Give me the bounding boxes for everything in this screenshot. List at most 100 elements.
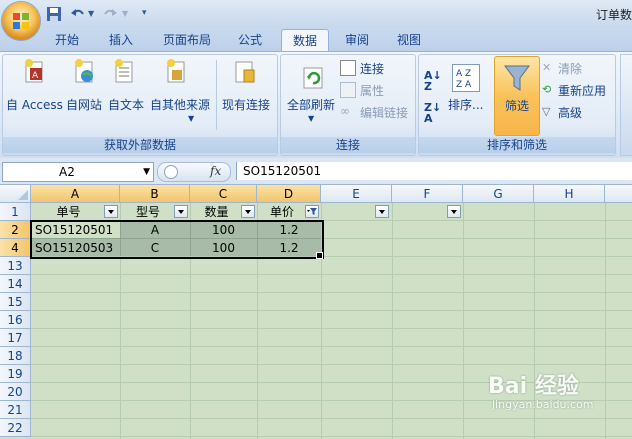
save-icon[interactable] xyxy=(46,6,62,22)
cell-d4[interactable]: 1.2 xyxy=(257,239,321,257)
gridline xyxy=(31,418,632,419)
window-title: 订单数 xyxy=(595,8,632,22)
from-access-button[interactable]: 自 Access xyxy=(6,96,63,113)
filter-dropdown-b-icon[interactable] xyxy=(174,205,188,218)
column-header-f[interactable]: F xyxy=(392,185,463,203)
gridline xyxy=(31,328,632,329)
formula-input[interactable]: SO15120501 xyxy=(236,162,632,180)
sort-a-z-icon[interactable]: A↓ Z xyxy=(424,70,442,92)
refresh-all-button[interactable]: 全部刷新 xyxy=(287,96,335,113)
cell-d2[interactable]: 1.2 xyxy=(257,221,321,239)
connections-button[interactable]: 连接 xyxy=(360,60,384,77)
row-header-19[interactable]: 19 xyxy=(0,365,31,383)
column-header-next[interactable] xyxy=(605,185,632,203)
from-other-sources-icon xyxy=(166,58,188,87)
clear-filter-button[interactable]: 清除 xyxy=(558,60,582,77)
column-header-a[interactable]: A xyxy=(31,185,120,203)
row-header-20[interactable]: 20 xyxy=(0,383,31,401)
filter-funnel-icon xyxy=(504,65,530,91)
insert-function-icon[interactable]: fx xyxy=(210,164,221,178)
from-access-icon: A xyxy=(24,58,46,87)
row-header-4[interactable]: 4 xyxy=(0,239,31,257)
formula-content: SO15120501 xyxy=(243,164,322,178)
name-box-dropdown-icon[interactable]: ▼ xyxy=(143,163,150,181)
from-web-button[interactable]: 自网站 xyxy=(66,96,102,113)
row-header-14[interactable]: 14 xyxy=(0,275,31,293)
row-header-21[interactable]: 21 xyxy=(0,401,31,419)
cell-b4[interactable]: C xyxy=(120,239,190,257)
row-header-15[interactable]: 15 xyxy=(0,293,31,311)
cell-c4[interactable]: 100 xyxy=(190,239,257,257)
filter-dropdown-c-icon[interactable] xyxy=(241,205,255,218)
group-data-tools-partial xyxy=(620,54,632,156)
from-other-sources-button[interactable]: 自其他来源 xyxy=(150,96,210,113)
gridline xyxy=(31,292,632,293)
tab-formulas[interactable]: 公式 xyxy=(229,29,271,51)
filter-active-d-icon[interactable] xyxy=(305,205,319,218)
tab-data[interactable]: 数据 xyxy=(281,29,329,52)
cell-b2[interactable]: A xyxy=(120,221,190,239)
column-header-d[interactable]: D xyxy=(257,185,321,203)
clear-filter-icon: ✕ xyxy=(542,61,552,74)
cell-c2[interactable]: 100 xyxy=(190,221,257,239)
column-header-c[interactable]: C xyxy=(190,185,257,203)
expand-circle-icon[interactable] xyxy=(164,165,178,179)
redo-icon[interactable] xyxy=(102,6,118,22)
column-header-g[interactable]: G xyxy=(463,185,534,203)
column-header-b[interactable]: B xyxy=(120,185,190,203)
reapply-icon: ⟲ xyxy=(542,83,552,96)
group-label-sort-filter: 排序和筛选 xyxy=(419,137,615,153)
tab-view[interactable]: 视图 xyxy=(388,29,430,51)
from-text-button[interactable]: 自文本 xyxy=(108,96,144,113)
redo-dropdown-icon[interactable]: ▼ xyxy=(122,9,128,18)
undo-icon[interactable] xyxy=(70,6,86,22)
from-other-sources-dropdown-icon[interactable]: ▼ xyxy=(188,114,194,123)
office-button[interactable] xyxy=(2,2,40,40)
sort-dialog-icon: A ZZ A xyxy=(452,64,480,92)
name-box-value: A2 xyxy=(59,165,75,179)
svg-text:Z A: Z A xyxy=(456,80,472,90)
undo-dropdown-icon[interactable]: ▼ xyxy=(88,9,94,18)
filter-dropdown-e-icon[interactable] xyxy=(375,205,389,218)
cell-a2[interactable]: SO15120501 xyxy=(35,221,119,239)
gridline xyxy=(31,310,632,311)
row-header-2[interactable]: 2 xyxy=(0,221,31,239)
row-header-13[interactable]: 13 xyxy=(0,257,31,275)
properties-button[interactable]: 属性 xyxy=(360,82,384,99)
filter-dropdown-a-icon[interactable] xyxy=(104,205,118,218)
group-label-external: 获取外部数据 xyxy=(3,137,277,153)
sort-z-a-icon[interactable]: Z↓ A xyxy=(424,102,441,124)
row-header-22[interactable]: 22 xyxy=(0,419,31,437)
existing-connections-button[interactable]: 现有连接 xyxy=(222,96,270,113)
reapply-button[interactable]: 重新应用 xyxy=(558,82,606,99)
office-logo-icon xyxy=(13,13,29,29)
sort-button[interactable]: 排序... xyxy=(448,96,483,113)
column-header-h[interactable]: H xyxy=(534,185,605,203)
column-header-e[interactable]: E xyxy=(321,185,392,203)
edit-links-icon: ∞ xyxy=(340,104,350,118)
cell-a4[interactable]: SO15120503 xyxy=(35,239,119,257)
filter-dropdown-f-icon[interactable] xyxy=(447,205,461,218)
tab-home[interactable]: 开始 xyxy=(46,29,88,51)
refresh-all-dropdown-icon[interactable]: ▼ xyxy=(308,114,314,123)
row-header-18[interactable]: 18 xyxy=(0,347,31,365)
ribbon-separator xyxy=(216,60,217,130)
from-web-icon xyxy=(74,58,96,87)
row-header-1[interactable]: 1 xyxy=(0,203,31,221)
advanced-filter-icon: ▽ xyxy=(542,105,551,118)
select-all-triangle-icon xyxy=(18,190,28,200)
name-box[interactable]: A2 ▼ xyxy=(2,162,154,182)
filter-button[interactable]: 筛选 xyxy=(494,56,540,136)
tab-insert[interactable]: 插入 xyxy=(100,29,142,51)
refresh-all-icon xyxy=(302,66,326,93)
advanced-filter-button[interactable]: 高级 xyxy=(558,104,582,121)
customize-qat-icon[interactable]: ▾ xyxy=(142,8,147,18)
tab-review[interactable]: 审阅 xyxy=(336,29,378,51)
row-header-16[interactable]: 16 xyxy=(0,311,31,329)
row-header-17[interactable]: 17 xyxy=(0,329,31,347)
filter-label: 筛选 xyxy=(504,99,529,113)
gridline xyxy=(31,364,632,365)
select-all-corner[interactable] xyxy=(0,185,31,203)
edit-links-button[interactable]: 编辑链接 xyxy=(360,104,408,121)
tab-page-layout[interactable]: 页面布局 xyxy=(155,29,219,51)
